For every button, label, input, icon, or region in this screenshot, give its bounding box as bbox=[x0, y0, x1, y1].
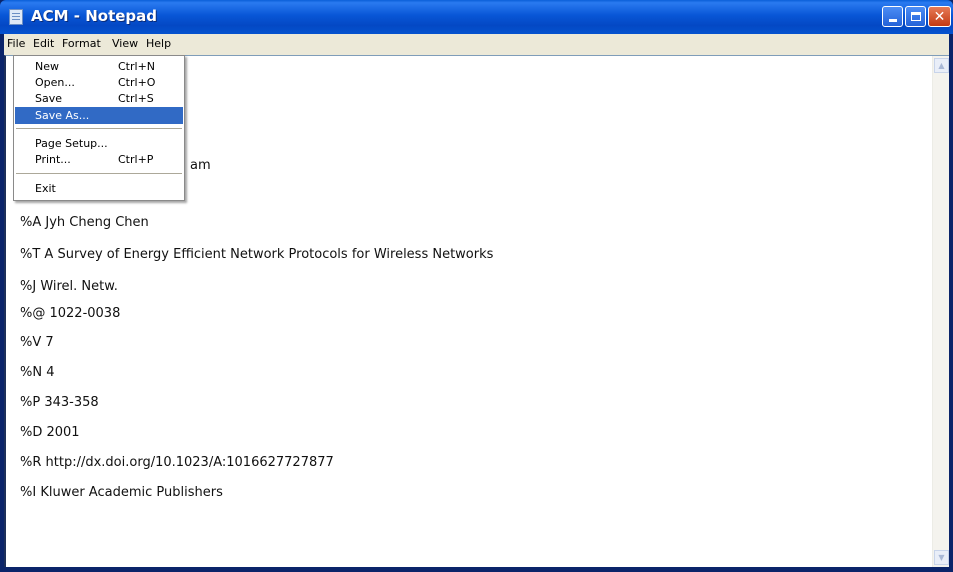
menu-format[interactable]: Format bbox=[62, 37, 101, 50]
chevron-down-icon: ▼ bbox=[938, 553, 945, 562]
menu-item-save[interactable]: Save Ctrl+S bbox=[15, 90, 183, 107]
notepad-icon[interactable] bbox=[9, 9, 23, 25]
menu-item-label: Exit bbox=[35, 182, 56, 195]
file-menu-dropdown: New Ctrl+N Open... Ctrl+O Save Ctrl+S Sa… bbox=[13, 55, 185, 201]
notepad-window: ACM - Notepad ✕ File Edit Format View He… bbox=[0, 0, 953, 572]
close-icon: ✕ bbox=[933, 8, 946, 25]
maximize-button[interactable] bbox=[905, 6, 926, 27]
menu-bar: File Edit Format View Help bbox=[4, 34, 949, 55]
menu-item-label: Save bbox=[35, 92, 63, 105]
text-line: %P 343-358 bbox=[20, 395, 99, 410]
menu-item-shortcut: Ctrl+S bbox=[118, 92, 154, 105]
text-line: %I Kluwer Academic Publishers bbox=[20, 485, 223, 500]
menu-edit[interactable]: Edit bbox=[33, 37, 54, 50]
menu-item-exit[interactable]: Exit bbox=[15, 180, 183, 197]
text-line: %D 2001 bbox=[20, 425, 80, 440]
chevron-up-icon: ▲ bbox=[938, 61, 945, 70]
text-line: %R http://dx.doi.org/10.1023/A:101662772… bbox=[20, 455, 334, 470]
menu-item-label: Open... bbox=[35, 76, 75, 89]
window-title: ACM - Notepad bbox=[31, 7, 158, 25]
menu-item-new[interactable]: New Ctrl+N bbox=[15, 58, 183, 75]
menu-help[interactable]: Help bbox=[146, 37, 171, 50]
menu-separator bbox=[16, 173, 182, 174]
text-line: %V 7 bbox=[20, 335, 54, 350]
minimize-icon bbox=[888, 19, 897, 22]
menu-separator bbox=[16, 128, 182, 129]
text-line: %T A Survey of Energy Efficient Network … bbox=[20, 247, 494, 262]
menu-item-shortcut: Ctrl+P bbox=[118, 153, 154, 166]
menu-view[interactable]: View bbox=[112, 37, 138, 50]
minimize-button[interactable] bbox=[882, 6, 903, 27]
vertical-scrollbar[interactable]: ▲ ▼ bbox=[932, 56, 949, 567]
menu-item-print[interactable]: Print... Ctrl+P bbox=[15, 151, 183, 168]
menu-item-shortcut: Ctrl+N bbox=[118, 60, 156, 73]
text-line: %J Wirel. Netw. bbox=[20, 279, 118, 294]
text-line: %@ 1022-0038 bbox=[20, 306, 121, 321]
maximize-icon bbox=[910, 12, 921, 21]
close-button[interactable]: ✕ bbox=[928, 6, 951, 27]
menu-item-label: Page Setup... bbox=[35, 137, 108, 150]
menu-item-label: New bbox=[35, 60, 59, 73]
text-line: %N 4 bbox=[20, 365, 55, 380]
menu-file[interactable]: File bbox=[7, 37, 25, 50]
scroll-up-button[interactable]: ▲ bbox=[934, 58, 949, 73]
menu-item-page-setup[interactable]: Page Setup... bbox=[15, 135, 183, 152]
title-bar[interactable]: ACM - Notepad ✕ bbox=[0, 0, 953, 34]
window-bottom-border bbox=[0, 567, 953, 572]
menu-item-open[interactable]: Open... Ctrl+O bbox=[15, 74, 183, 91]
menu-item-shortcut: Ctrl+O bbox=[118, 76, 156, 89]
menu-item-save-as[interactable]: Save As... bbox=[15, 107, 183, 124]
menu-item-label: Print... bbox=[35, 153, 71, 166]
text-line: %A Jyh Cheng Chen bbox=[20, 215, 149, 230]
scroll-down-button[interactable]: ▼ bbox=[934, 550, 949, 565]
text-line-partial: am bbox=[190, 158, 211, 173]
menu-item-label: Save As... bbox=[35, 109, 90, 122]
